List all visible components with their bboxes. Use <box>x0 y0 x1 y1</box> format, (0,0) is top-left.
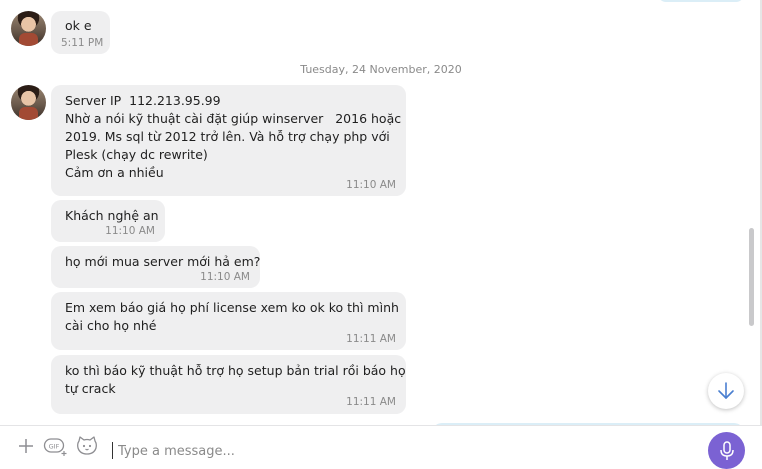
plus-icon <box>19 439 33 453</box>
gif-button[interactable]: GIF <box>43 435 69 457</box>
message-list[interactable]: ok e 5:11 PM Tuesday, 24 November, 2020 … <box>0 0 748 425</box>
message-text: ok e <box>65 18 92 33</box>
message-bubble[interactable]: Em xem báo giá họ phí license xem ko ok … <box>51 292 406 350</box>
text-cursor <box>112 442 113 459</box>
contact-avatar[interactable] <box>11 85 46 120</box>
message-time: 11:10 AM <box>105 225 155 237</box>
message-time: 11:10 AM <box>346 179 396 191</box>
arrow-down-icon <box>718 382 734 399</box>
voice-message-button[interactable] <box>708 432 745 469</box>
message-time: 5:11 PM <box>61 37 104 49</box>
gif-label: GIF <box>49 443 60 451</box>
microphone-icon <box>719 440 734 460</box>
gif-icon: GIF <box>43 438 67 456</box>
message-time: 11:11 AM <box>346 333 396 345</box>
message-bubble[interactable]: ok e 5:11 PM <box>51 11 110 54</box>
message-input[interactable] <box>116 438 680 464</box>
scrollbar-thumb[interactable] <box>749 228 754 326</box>
sticker-button[interactable] <box>76 435 98 457</box>
date-separator: Tuesday, 24 November, 2020 <box>300 63 462 76</box>
add-attachment-button[interactable] <box>15 435 37 457</box>
outgoing-message-bubble-partial <box>658 0 744 2</box>
message-text: Server IP 112.213.95.99 Nhờ a nói kỹ thu… <box>65 93 402 180</box>
scroll-to-bottom-button[interactable] <box>708 373 744 409</box>
contact-avatar[interactable] <box>11 11 46 46</box>
sticker-cat-icon <box>77 436 97 455</box>
message-bubble[interactable]: Khách nghệ an 11:10 AM <box>51 200 165 242</box>
message-bubble[interactable]: Server IP 112.213.95.99 Nhờ a nói kỹ thu… <box>51 85 406 196</box>
message-composer: GIF <box>0 425 762 467</box>
message-time: 11:11 AM <box>346 396 396 408</box>
message-time: 11:10 AM <box>200 271 250 283</box>
message-bubble[interactable]: ko thì báo kỹ thuật hỗ trợ họ setup bản … <box>51 355 406 414</box>
message-bubble[interactable]: họ mới mua server mới hả em? 11:10 AM <box>51 246 260 288</box>
